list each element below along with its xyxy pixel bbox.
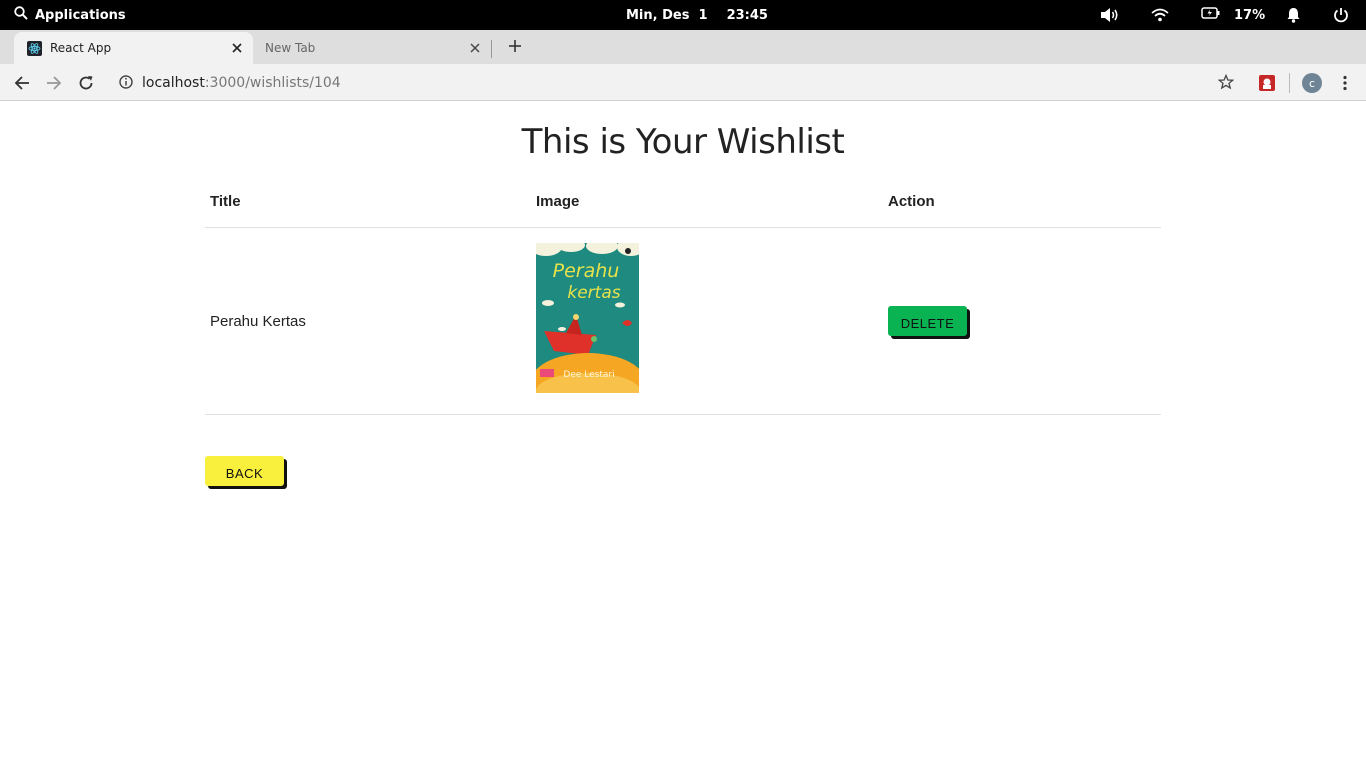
delete-button[interactable]: DELETE <box>888 306 967 336</box>
book-cover-author: Dee Lestari <box>563 370 614 380</box>
url-path: :3000/wishlists/104 <box>204 75 341 91</box>
page-content: This is Your Wishlist Title Image Action… <box>0 102 1366 768</box>
reload-icon[interactable] <box>75 72 97 94</box>
toolbar-divider <box>1289 73 1290 93</box>
forward-arrow-icon[interactable] <box>43 72 65 94</box>
tab-new-tab[interactable]: New Tab <box>253 32 491 64</box>
tab-label: New Tab <box>265 41 316 55</box>
tab-strip: React App New Tab <box>0 30 1366 64</box>
applications-label: Applications <box>35 7 126 23</box>
applications-menu[interactable]: Applications <box>14 0 126 30</box>
back-button[interactable]: BACK <box>205 456 284 486</box>
bell-icon[interactable] <box>1286 0 1301 30</box>
avatar[interactable]: c <box>1301 72 1323 94</box>
power-icon[interactable] <box>1333 0 1349 30</box>
address-bar[interactable]: localhost:3000/wishlists/104 <box>110 67 1280 98</box>
close-icon[interactable] <box>229 40 245 56</box>
header-divider <box>205 227 1161 228</box>
battery-percent: 17% <box>1234 7 1266 23</box>
battery-indicator[interactable]: 17% <box>1201 0 1265 30</box>
profile-initial: c <box>1302 73 1322 93</box>
battery-icon <box>1201 7 1220 23</box>
tab-divider <box>491 40 492 58</box>
back-arrow-icon[interactable] <box>11 72 33 94</box>
search-icon <box>14 6 28 24</box>
close-icon[interactable] <box>467 40 483 56</box>
clock[interactable]: Min, Des 1 23:45 <box>626 0 768 30</box>
page-title: This is Your Wishlist <box>521 122 845 162</box>
date-label: Min, Des 1 <box>626 7 708 23</box>
system-panel: Applications Min, Des 1 23:45 17% <box>0 0 1366 30</box>
row-divider <box>205 414 1161 415</box>
book-title: Perahu Kertas <box>210 313 306 330</box>
book-cover-title-line1: Perahu <box>553 260 620 282</box>
book-cover-image: Perahu kertas Dee Lestari <box>536 243 639 393</box>
time-label: 23:45 <box>726 7 768 23</box>
tab-label: React App <box>50 41 112 55</box>
volume-icon[interactable] <box>1100 0 1120 30</box>
react-icon <box>27 41 42 56</box>
tab-react-app[interactable]: React App <box>14 32 253 64</box>
url-text: localhost:3000/wishlists/104 <box>142 75 341 91</box>
plus-icon[interactable] <box>505 36 525 56</box>
menu-dots-icon[interactable] <box>1334 72 1356 94</box>
column-header-title: Title <box>210 193 241 210</box>
info-icon[interactable] <box>119 75 133 94</box>
column-header-action: Action <box>888 193 935 210</box>
browser-toolbar: localhost:3000/wishlists/104 c <box>0 64 1366 101</box>
url-host: localhost <box>142 75 205 91</box>
extension-icon[interactable] <box>1256 72 1278 94</box>
star-icon[interactable] <box>1217 73 1235 95</box>
column-header-image: Image <box>536 193 580 210</box>
wifi-icon[interactable] <box>1151 0 1169 30</box>
book-cover-title-line2: kertas <box>567 283 620 303</box>
